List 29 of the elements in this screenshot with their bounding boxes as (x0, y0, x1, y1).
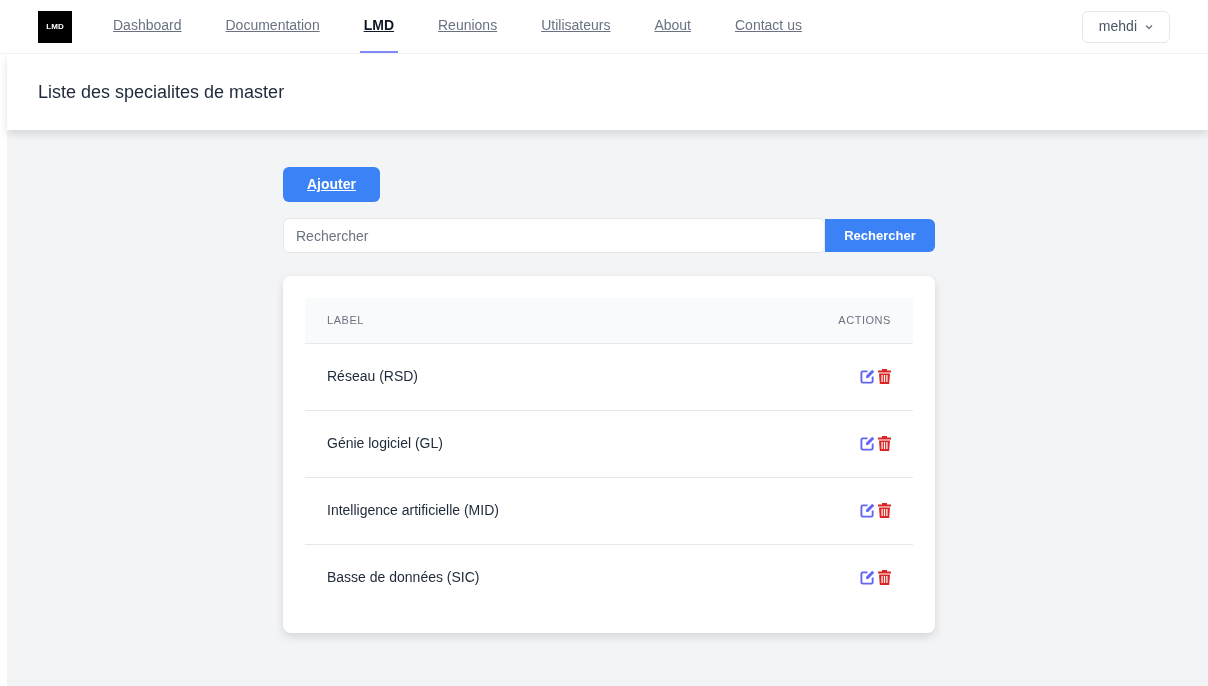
nav-link[interactable]: Dashboard (113, 0, 182, 53)
table-cell: Réseau (RSD) (327, 368, 419, 384)
nav-link[interactable]: Reunions (438, 0, 498, 53)
chevron-down-icon (1145, 23, 1153, 30)
table-cell: Basse de données (SIC) (327, 569, 480, 586)
column-header: ACTIONS (838, 314, 891, 326)
trash-icon[interactable] (878, 570, 891, 586)
column-header: LABEL (327, 314, 364, 326)
page-title: Liste des specialites de master (38, 80, 285, 104)
logo-text: LMD (46, 20, 64, 33)
edit-icon[interactable] (860, 369, 875, 384)
search-field[interactable]: Rechercher (283, 218, 825, 253)
add-button[interactable]: Ajouter (283, 167, 380, 202)
trash-icon[interactable] (878, 503, 891, 518)
edit-icon[interactable] (860, 570, 875, 586)
nav-link[interactable]: Utilisateurs (541, 0, 611, 53)
nav-link[interactable]: Contact us (735, 0, 802, 53)
search-button[interactable]: Rechercher (825, 219, 935, 252)
nav-link[interactable]: About (654, 0, 691, 53)
table-cell: Génie logiciel (GL) (327, 435, 443, 451)
logo[interactable]: LMD (38, 10, 72, 43)
nav-link[interactable]: Documentation (225, 0, 320, 53)
trash-icon[interactable] (878, 369, 891, 384)
nav-link[interactable]: LMD (359, 0, 398, 53)
trash-icon[interactable] (878, 436, 891, 451)
table-cell: Intelligence artificielle (MID) (327, 502, 499, 518)
user-menu[interactable]: mehdi (1081, 10, 1170, 43)
edit-icon[interactable] (860, 436, 875, 451)
edit-icon[interactable] (860, 503, 875, 518)
